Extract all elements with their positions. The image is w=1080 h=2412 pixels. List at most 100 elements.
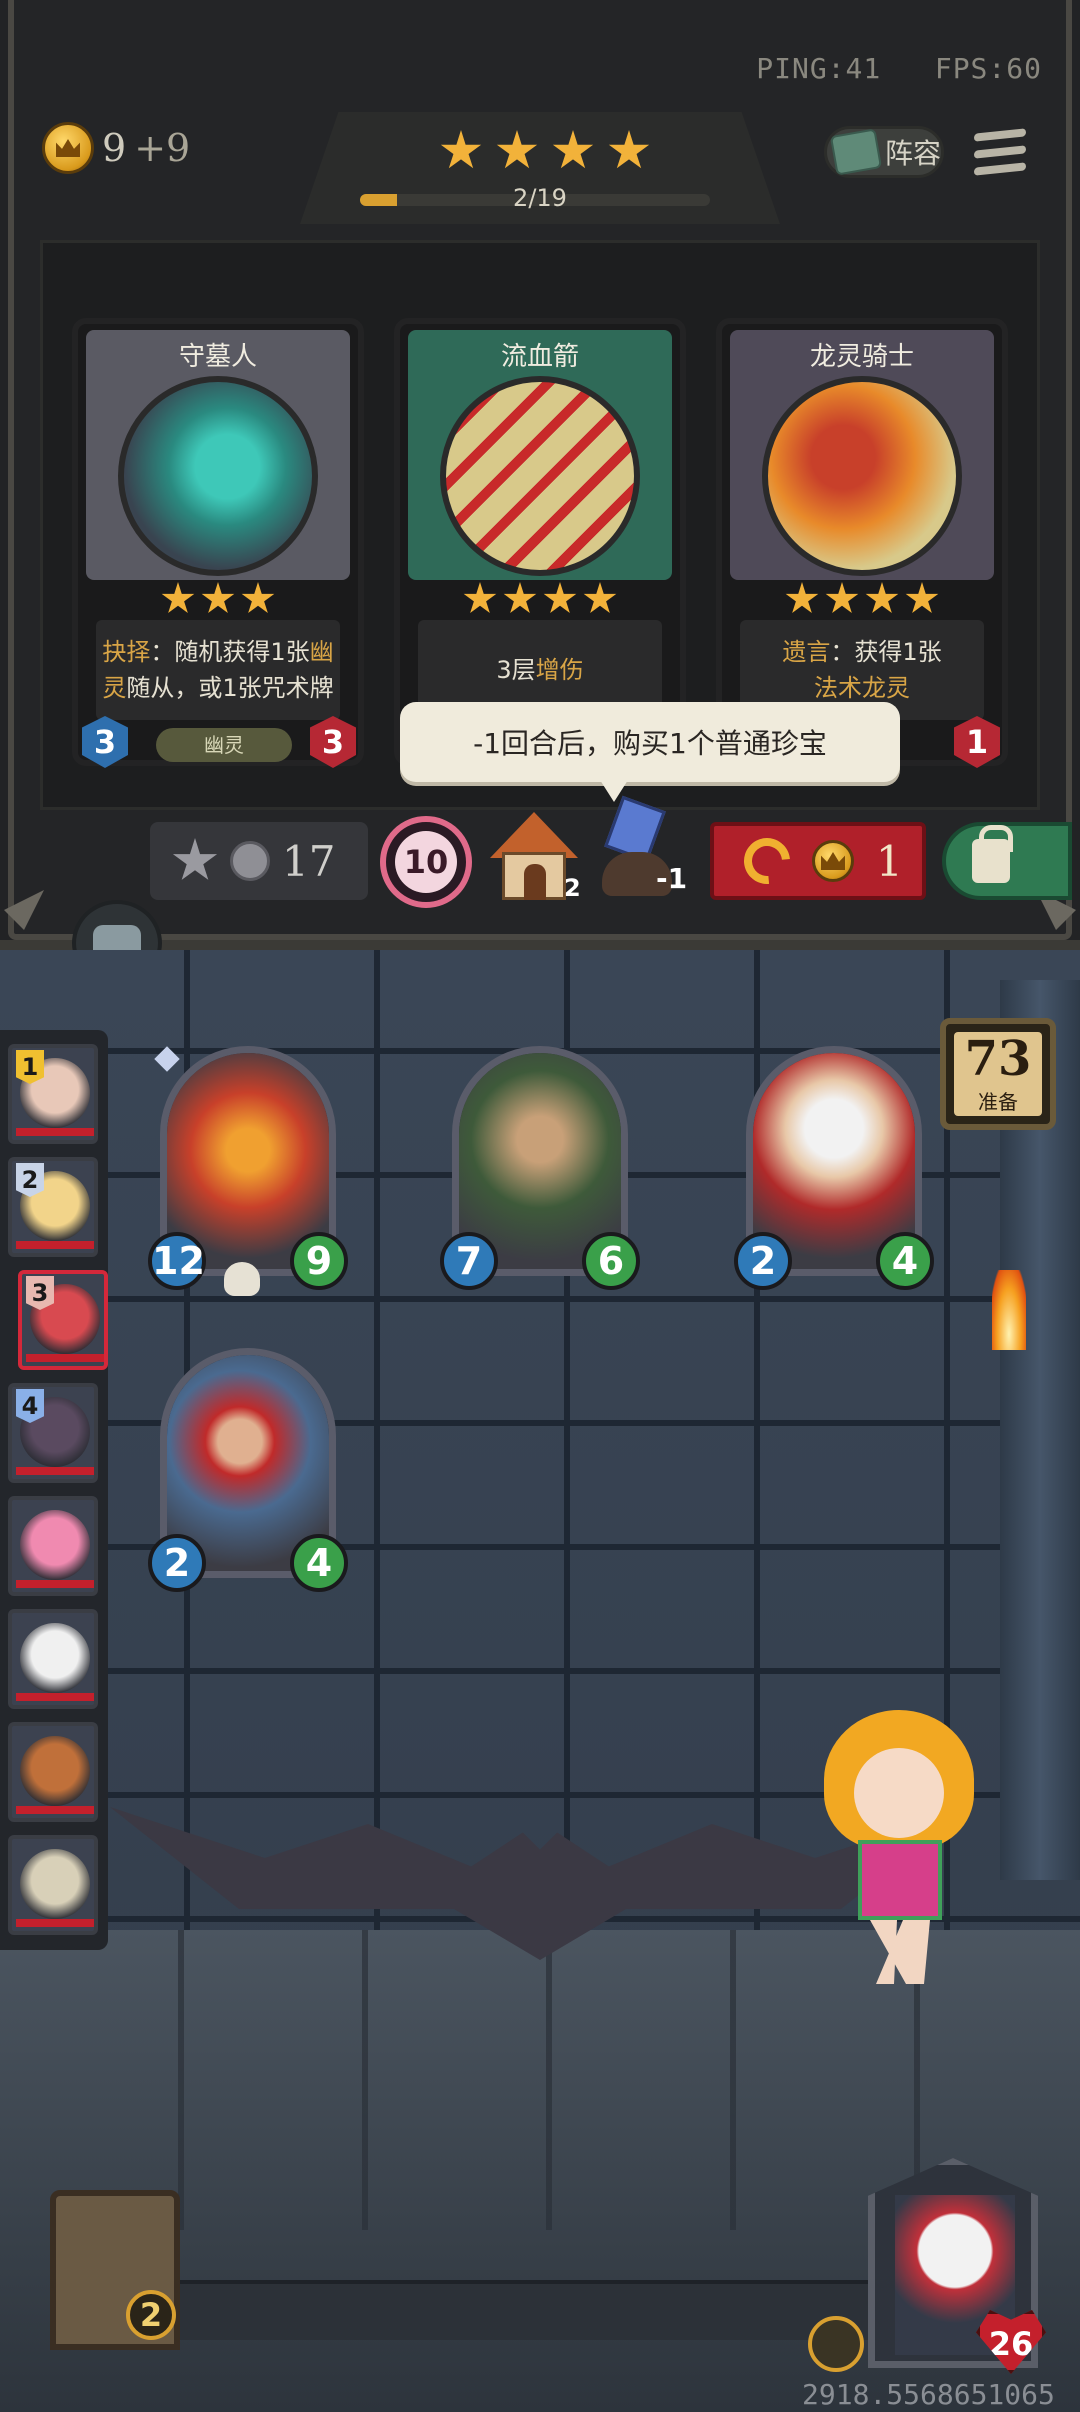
player-avatar bbox=[20, 1623, 90, 1693]
bleeding-arrow-portrait bbox=[440, 376, 640, 576]
refresh-icon bbox=[734, 828, 800, 894]
player-health-bar bbox=[16, 1241, 94, 1249]
treasure-gem-icon[interactable]: -1 bbox=[592, 795, 687, 902]
minion-health: 6 bbox=[582, 1232, 640, 1290]
lineup-button[interactable]: 阵容 bbox=[824, 126, 944, 178]
silver-coin-icon bbox=[230, 841, 270, 881]
ping-text: PING:41 bbox=[756, 52, 882, 85]
player-avatar bbox=[20, 1510, 90, 1580]
player-hero-character bbox=[798, 1690, 998, 1990]
upgrade-tavern-button[interactable]: 17 bbox=[150, 822, 368, 900]
hand-count: 2 bbox=[126, 2290, 176, 2340]
turn-number: 10 bbox=[395, 831, 457, 893]
tribe-tag: 幽灵 bbox=[156, 728, 292, 762]
freeze-shop-button[interactable] bbox=[942, 822, 1072, 900]
timer-label: 准备 bbox=[978, 1090, 1018, 1114]
player-roster: 1 2 3 4 bbox=[0, 1030, 108, 1950]
gold-income: +9 bbox=[134, 126, 191, 170]
minion-health: 4 bbox=[290, 1534, 348, 1592]
card-name: 龙灵骑士 bbox=[809, 342, 914, 372]
roster-player-slot[interactable]: 3 bbox=[18, 1270, 108, 1370]
roster-player-slot[interactable] bbox=[8, 1496, 98, 1596]
gold-coin-icon bbox=[812, 840, 854, 882]
minion-attack: 2 bbox=[734, 1232, 792, 1290]
player-avatar bbox=[20, 1849, 90, 1919]
player-health-bar bbox=[16, 1919, 94, 1927]
treasure-tooltip: -1回合后，购买1个普通珍宝 bbox=[400, 702, 900, 802]
card-description: 抉择：随机获得1张幽 灵随从，或1张咒术牌 bbox=[96, 620, 340, 720]
player-avatar bbox=[20, 1736, 90, 1806]
fps-text: FPS:60 bbox=[934, 52, 1042, 85]
card-name: 守墓人 bbox=[178, 342, 257, 372]
board-minion-chef[interactable]: 2 4 bbox=[734, 1046, 934, 1290]
tavern-xp-fill bbox=[360, 194, 397, 206]
gravekeeper-portrait bbox=[118, 376, 318, 576]
shop-card-dragon-knight[interactable]: 龙灵骑士 遗言：获得1张 法术龙灵 1 bbox=[716, 318, 1008, 768]
shop-panel: PING:41 FPS:60 9 +9 2/19 阵容 守墓人 抉择：随机获得1张… bbox=[0, 0, 1080, 950]
refresh-shop-button[interactable]: 1 bbox=[710, 822, 926, 900]
skull-icon bbox=[224, 1262, 260, 1296]
lock-icon bbox=[972, 825, 1013, 883]
roster-player-slot[interactable] bbox=[8, 1609, 98, 1709]
prepare-timer: 73 准备 bbox=[940, 1018, 1056, 1130]
dragon-knight-portrait bbox=[762, 376, 962, 576]
bottom-rail bbox=[170, 2280, 870, 2340]
player-health-bar bbox=[16, 1580, 94, 1588]
tier-star-icon bbox=[608, 130, 650, 169]
player-health-bar bbox=[26, 1354, 104, 1362]
gold-counter: 9 +9 bbox=[42, 122, 190, 174]
minion-attack: 2 bbox=[148, 1534, 206, 1592]
refresh-cost: 1 bbox=[876, 836, 903, 886]
roster-player-slot[interactable] bbox=[8, 1835, 98, 1935]
network-stats: PING:41 FPS:60 bbox=[756, 52, 1042, 85]
turn-counter: 10 bbox=[380, 816, 472, 908]
minion-health: 9 bbox=[290, 1232, 348, 1290]
tavern-tier-stars bbox=[440, 130, 650, 172]
player-health-bar bbox=[16, 1128, 94, 1136]
house-count: 2 bbox=[564, 874, 581, 902]
book-icon bbox=[829, 128, 883, 176]
attack-gem: 3 bbox=[82, 716, 128, 768]
roster-player-slot[interactable]: 2 bbox=[8, 1157, 98, 1257]
menu-icon[interactable] bbox=[974, 126, 1026, 178]
upgrade-cost: 17 bbox=[282, 836, 336, 886]
board-minion-horn-musketeer[interactable]: 7 6 bbox=[440, 1046, 640, 1290]
tier-star-icon bbox=[552, 130, 594, 169]
board-minion-fire-dragon[interactable]: 12 9 bbox=[148, 1046, 348, 1296]
player-rank-badge: 4 bbox=[16, 1389, 44, 1423]
card-name: 流血箭 bbox=[500, 342, 579, 372]
board-minion-pirate-lookout[interactable]: 2 4 bbox=[148, 1348, 348, 1592]
shop-action-bar: 17 10 2 -1 1 bbox=[150, 795, 1072, 908]
tier-star-icon bbox=[440, 130, 482, 169]
card-stars bbox=[722, 582, 1002, 616]
hand-chest-button[interactable]: 2 bbox=[20, 2170, 210, 2370]
roster-player-slot[interactable] bbox=[8, 1722, 98, 1822]
footer-id: 2918.5568651065 bbox=[802, 2378, 1055, 2411]
treasure-count: -1 bbox=[656, 862, 688, 895]
gold-coin-icon bbox=[42, 122, 94, 174]
lineup-label: 阵容 bbox=[885, 137, 942, 170]
shop-card-bleeding-arrow[interactable]: 流血箭 3层增伤 bbox=[394, 318, 686, 766]
roster-player-slot[interactable]: 4 bbox=[8, 1383, 98, 1483]
minion-health: 4 bbox=[876, 1232, 934, 1290]
card-stars bbox=[400, 582, 680, 616]
gold-amount: 9 bbox=[102, 126, 127, 170]
health-gem: 3 bbox=[310, 716, 356, 768]
player-rank-badge: 1 bbox=[16, 1050, 44, 1084]
shop-card-gravekeeper[interactable]: 守墓人 抉择：随机获得1张幽 灵随从，或1张咒术牌 3 幽灵 3 bbox=[72, 318, 364, 768]
torch-icon bbox=[992, 1270, 1026, 1350]
house-icon[interactable]: 2 bbox=[490, 812, 581, 902]
player-rank-badge: 3 bbox=[26, 1276, 54, 1310]
tavern-xp-text: 2/19 bbox=[513, 184, 567, 212]
player-rank-badge: 2 bbox=[16, 1163, 44, 1197]
health-gem: 1 bbox=[954, 716, 1000, 768]
minion-attack: 7 bbox=[440, 1232, 498, 1290]
player-health-bar bbox=[16, 1693, 94, 1701]
tier-star-icon bbox=[496, 130, 538, 169]
player-health-bar bbox=[16, 1806, 94, 1814]
timer-seconds: 73 bbox=[964, 1031, 1032, 1087]
minion-attack: 12 bbox=[148, 1232, 206, 1290]
roster-player-slot[interactable]: 1 bbox=[8, 1044, 98, 1144]
card-stars bbox=[78, 582, 358, 616]
hero-power-icon[interactable] bbox=[808, 2316, 864, 2372]
